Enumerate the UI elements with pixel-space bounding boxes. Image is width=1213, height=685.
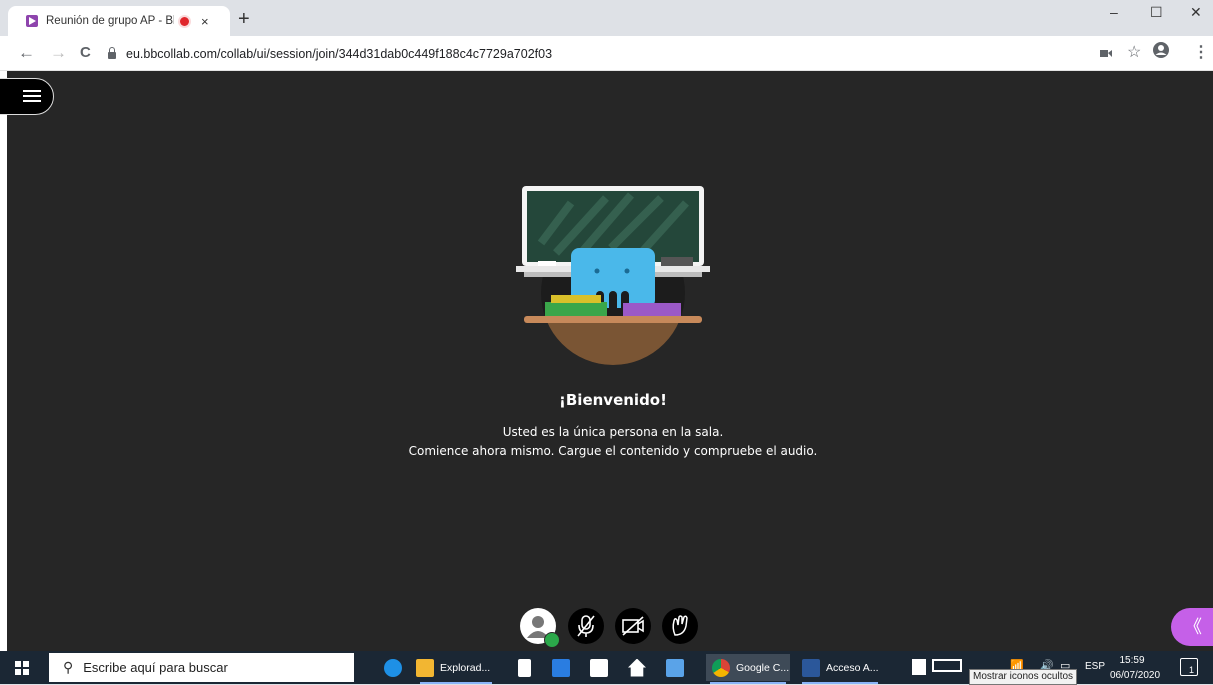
back-button[interactable]: ← [18,43,35,63]
taskbar-search-box[interactable]: ⚲ Escribe aquí para buscar [49,653,354,682]
raise-hand-icon[interactable] [662,608,698,644]
app-icon[interactable] [552,654,576,681]
search-icon: ⚲ [63,659,74,675]
reload-button[interactable]: C [80,44,91,61]
new-tab-button[interactable]: + [238,9,250,29]
taskbar-chrome[interactable]: Google C... [706,654,790,684]
welcome-message-2: Comience ahora mismo. Cargue el contenid… [408,444,818,458]
power-plug-icon [912,659,926,675]
document-icon[interactable] [518,654,537,681]
tab-close-icon[interactable]: × [201,14,209,29]
forward-button[interactable]: → [50,43,67,63]
home-icon[interactable] [628,654,652,681]
star-icon[interactable]: ☆ [1127,42,1141,62]
taskbar-word[interactable]: Acceso A... [798,654,882,684]
notification-center-icon[interactable]: 1 [1180,658,1198,676]
minimize-button[interactable]: – [1110,4,1118,20]
recording-indicator-icon [180,16,189,26]
my-status-button[interactable] [520,608,560,648]
welcome-message-1: Usted es la única persona en la sala. [502,425,724,439]
taskbar-file-explorer[interactable]: Explorad... [416,654,496,684]
kebab-menu-icon[interactable]: ⋮ [1193,42,1209,62]
battery-icon[interactable] [932,659,962,672]
store-icon[interactable] [590,654,614,681]
session-menu-button[interactable] [0,78,54,115]
edge-icon[interactable] [384,654,408,681]
windows-start-icon[interactable] [15,661,29,675]
url-text: eu.bbcollab.com/collab/ui/session/join/3… [126,47,553,61]
page-edge [0,71,7,651]
session-page: ¡Bienvenido! Usted es la única persona e… [0,71,1213,651]
hidden-icons-tooltip: Mostrar iconos ocultos [969,669,1078,685]
language-indicator[interactable]: ESP [1085,661,1105,672]
camera-off-icon[interactable] [615,608,651,644]
browser-toolbar: ← → C eu.bbcollab.com/collab/ui/session/… [0,36,1213,71]
address-bar[interactable]: eu.bbcollab.com/collab/ui/session/join/3… [108,43,1148,65]
microphone-off-icon[interactable] [568,608,604,644]
notification-count: 1 [1189,665,1195,675]
classroom-illustration [516,186,710,365]
clock-date: 06/07/2020 [1110,670,1161,681]
welcome-title: ¡Bienvenido! [559,391,667,409]
remote-desktop-icon[interactable] [666,654,690,681]
file-explorer-icon [416,658,434,677]
profile-icon[interactable] [1152,41,1170,63]
camera-icon[interactable] [1100,45,1112,62]
maximize-button[interactable]: ☐ [1150,4,1163,21]
collaborate-panel-toggle[interactable]: 《 [1171,608,1213,646]
browser-tab[interactable]: Reunión de grupo AP - Bb C × [8,6,230,36]
tab-strip: Reunión de grupo AP - Bb C × + – ☐ ✕ [0,0,1213,36]
blackboard-favicon-icon [26,15,38,27]
close-window-button[interactable]: ✕ [1190,4,1202,21]
status-check-icon [544,632,560,648]
lock-icon [108,47,116,59]
word-icon [802,658,820,677]
clock-time: 15:59 [1119,655,1145,666]
chrome-icon [712,658,730,677]
taskbar-clock[interactable]: 15:59 06/07/2020 [1110,653,1161,683]
tab-title: Reunión de grupo AP - Bb C [46,15,174,27]
search-placeholder: Escribe aquí para buscar [83,660,228,675]
